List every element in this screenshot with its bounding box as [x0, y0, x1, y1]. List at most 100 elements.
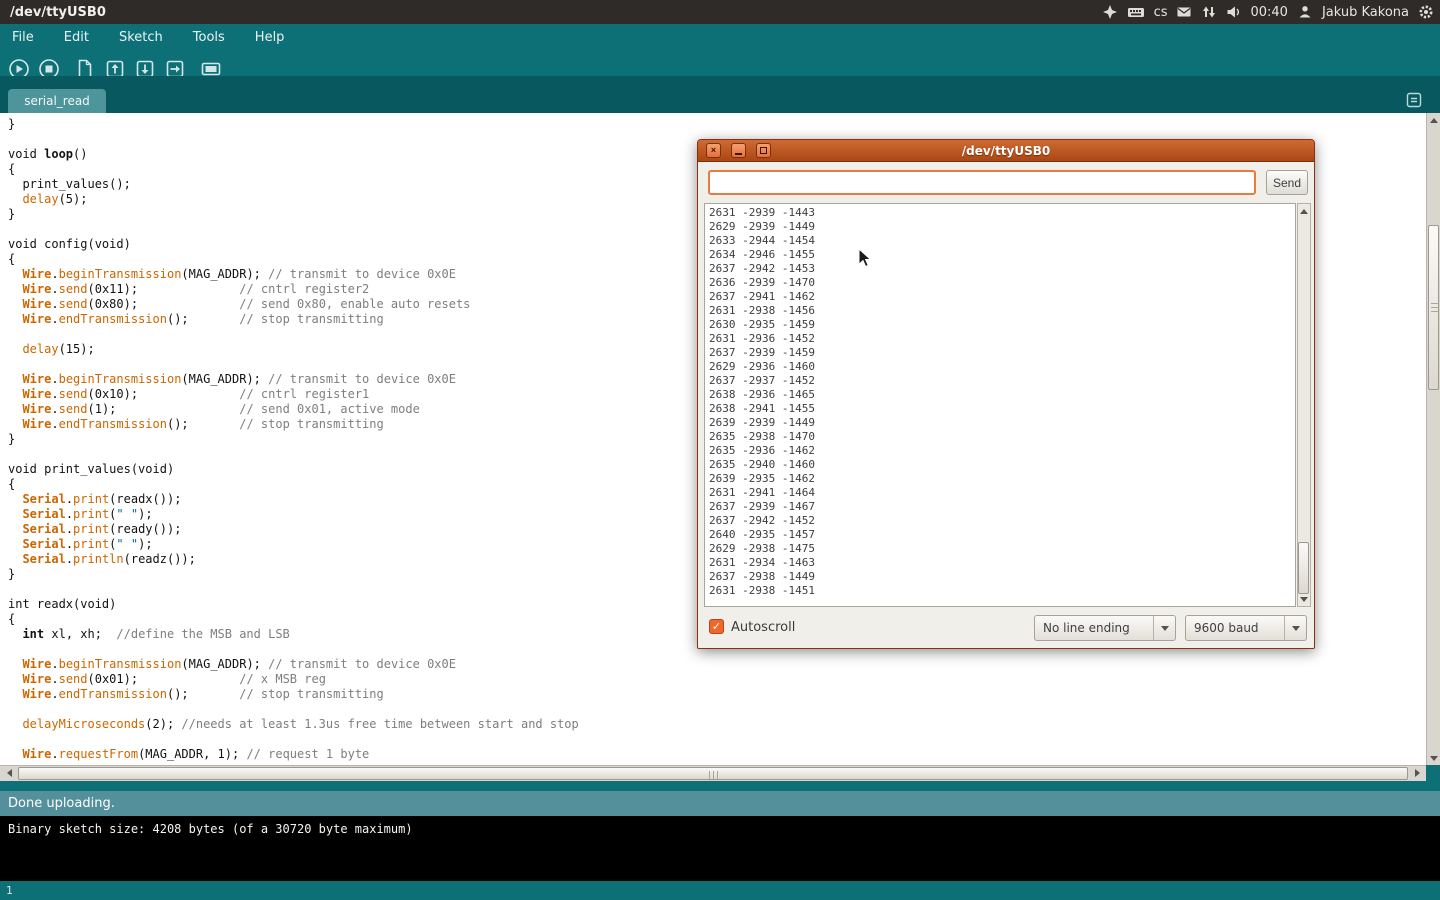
vertical-scrollbar-handle[interactable]	[1428, 225, 1439, 390]
serial-line: 2631 -2941 -1464	[709, 486, 1295, 500]
menu-item-edit[interactable]: Edit	[62, 27, 91, 48]
menu-item-sketch[interactable]: Sketch	[117, 27, 165, 48]
serial-line: 2635 -2936 -1462	[709, 444, 1295, 458]
screen: /dev/ttyUSB0 cs 00:40 Jakub Kakona	[0, 0, 1440, 900]
menu-item-file[interactable]: File	[10, 27, 36, 48]
serial-line: 2634 -2946 -1455	[709, 248, 1295, 262]
scroll-right-arrow[interactable]	[1410, 766, 1424, 780]
serial-scrollbar[interactable]	[1297, 203, 1311, 607]
tab-menu-button[interactable]	[1404, 90, 1424, 109]
baud-rate-dropdown[interactable]: 9600 baud	[1185, 615, 1307, 641]
serial-line: 2631 -2936 -1452	[709, 332, 1295, 346]
keyboard-layout-label[interactable]: cs	[1154, 5, 1168, 20]
horizontal-scrollbar-handle[interactable]	[18, 767, 1408, 780]
code-line: Wire.requestFrom(MAG_ADDR, 1); // reques…	[8, 747, 1426, 762]
serial-line: 2631 -2938 -1451	[709, 584, 1295, 598]
serial-line: 2638 -2941 -1455	[709, 402, 1295, 416]
code-line: }	[8, 117, 1426, 132]
minimize-icon	[735, 153, 742, 155]
serial-monitor-title: /dev/ttyUSB0	[698, 144, 1314, 158]
line-ending-value: No line ending	[1035, 621, 1153, 635]
serial-monitor-window: /dev/ttyUSB0 × Send 2631 -2939 -14432629…	[697, 139, 1315, 649]
serial-scroll-up-arrow[interactable]	[1297, 204, 1311, 218]
user-icon[interactable]	[1297, 4, 1313, 20]
autoscroll-label: Autoscroll	[731, 620, 795, 635]
close-button[interactable]: ×	[706, 143, 721, 158]
indicator-applet-icon[interactable]	[1102, 4, 1118, 20]
serial-line: 2637 -2942 -1452	[709, 514, 1295, 528]
status-divider	[0, 781, 1440, 791]
session-gear-icon[interactable]	[1418, 4, 1434, 20]
scroll-left-arrow[interactable]	[2, 766, 16, 780]
top-panel: /dev/ttyUSB0 cs 00:40 Jakub Kakona	[0, 0, 1440, 24]
editor-vertical-scrollbar[interactable]	[1426, 113, 1440, 765]
serial-line: 2639 -2939 -1449	[709, 416, 1295, 430]
tab-label: serial_read	[24, 94, 90, 108]
top-panel-indicators: cs 00:40 Jakub Kakona	[1102, 4, 1434, 20]
tab-serial-read[interactable]: serial_read	[8, 89, 106, 113]
window-title: /dev/ttyUSB0	[6, 5, 106, 20]
menu-bar: File Edit Sketch Tools Help	[0, 24, 1440, 50]
menu-item-tools[interactable]: Tools	[191, 27, 227, 48]
serial-line: 2638 -2936 -1465	[709, 388, 1295, 402]
serial-line: 2631 -2938 -1456	[709, 304, 1295, 318]
serial-send-input[interactable]	[708, 170, 1256, 195]
code-line: Wire.send(0x01); // x MSB reg	[8, 672, 1426, 687]
menu-item-help[interactable]: Help	[253, 27, 287, 48]
mail-icon[interactable]	[1176, 4, 1192, 20]
serial-output[interactable]: 2631 -2939 -14432629 -2939 -14492633 -29…	[704, 203, 1296, 607]
serial-monitor-controls: ✓ Autoscroll No line ending 9600 baud	[698, 612, 1314, 646]
mouse-cursor	[858, 248, 872, 273]
serial-line: 2629 -2939 -1449	[709, 220, 1295, 234]
scroll-down-arrow[interactable]	[1427, 751, 1440, 765]
serial-scroll-down-arrow[interactable]	[1297, 592, 1311, 606]
username-label[interactable]: Jakub Kakona	[1322, 5, 1409, 20]
tab-menu-icon	[1405, 91, 1423, 109]
volume-icon[interactable]	[1226, 4, 1241, 20]
code-line	[8, 732, 1426, 747]
keyboard-icon[interactable]	[1127, 4, 1145, 20]
serial-line: 2636 -2939 -1470	[709, 276, 1295, 290]
maximize-button[interactable]	[756, 143, 771, 158]
maximize-icon	[760, 147, 767, 154]
chevron-down-icon[interactable]	[1153, 616, 1175, 640]
serial-scrollbar-handle[interactable]	[1298, 542, 1309, 594]
console-text: Binary sketch size: 4208 bytes (of a 307…	[8, 822, 413, 836]
serial-line: 2631 -2934 -1463	[709, 556, 1295, 570]
serial-line: 2637 -2942 -1453	[709, 262, 1295, 276]
line-ending-dropdown[interactable]: No line ending	[1034, 615, 1176, 641]
network-traffic-icon[interactable]	[1201, 4, 1217, 20]
chevron-down-icon[interactable]	[1284, 616, 1306, 640]
code-line: Wire.endTransmission(); // stop transmit…	[8, 687, 1426, 702]
serial-line: 2630 -2935 -1459	[709, 318, 1295, 332]
serial-line: 2631 -2939 -1443	[709, 206, 1295, 220]
line-number-bar: 1	[0, 881, 1440, 900]
serial-monitor-titlebar[interactable]: /dev/ttyUSB0 ×	[698, 140, 1314, 162]
code-line: delayMicroseconds(2); //needs at least 1…	[8, 717, 1426, 732]
code-line	[8, 702, 1426, 717]
serial-line: 2640 -2935 -1457	[709, 528, 1295, 542]
code-line: Wire.beginTransmission(MAG_ADDR); // tra…	[8, 657, 1426, 672]
serial-line: 2635 -2940 -1460	[709, 458, 1295, 472]
serial-line: 2639 -2935 -1462	[709, 472, 1295, 486]
scroll-up-arrow[interactable]	[1427, 113, 1440, 127]
serial-line: 2637 -2938 -1449	[709, 570, 1295, 584]
window-controls: ×	[698, 143, 771, 158]
send-button[interactable]: Send	[1266, 170, 1308, 195]
editor-horizontal-scrollbar[interactable]	[0, 765, 1426, 781]
status-bar: Done uploading.	[0, 791, 1440, 816]
baud-rate-value: 9600 baud	[1186, 621, 1284, 635]
clock[interactable]: 00:40	[1250, 5, 1287, 20]
check-icon: ✓	[712, 620, 721, 633]
serial-line: 2635 -2938 -1470	[709, 430, 1295, 444]
minimize-button[interactable]	[731, 143, 746, 158]
autoscroll-checkbox[interactable]: ✓	[709, 619, 724, 634]
serial-line: 2637 -2939 -1467	[709, 500, 1295, 514]
serial-line: 2637 -2941 -1462	[709, 290, 1295, 304]
serial-line: 2637 -2939 -1459	[709, 346, 1295, 360]
close-icon: ×	[711, 146, 716, 155]
tab-bar: serial_read	[0, 76, 1440, 113]
serial-line: 2633 -2944 -1454	[709, 234, 1295, 248]
current-line-number: 1	[6, 884, 13, 897]
serial-line: 2637 -2937 -1452	[709, 374, 1295, 388]
